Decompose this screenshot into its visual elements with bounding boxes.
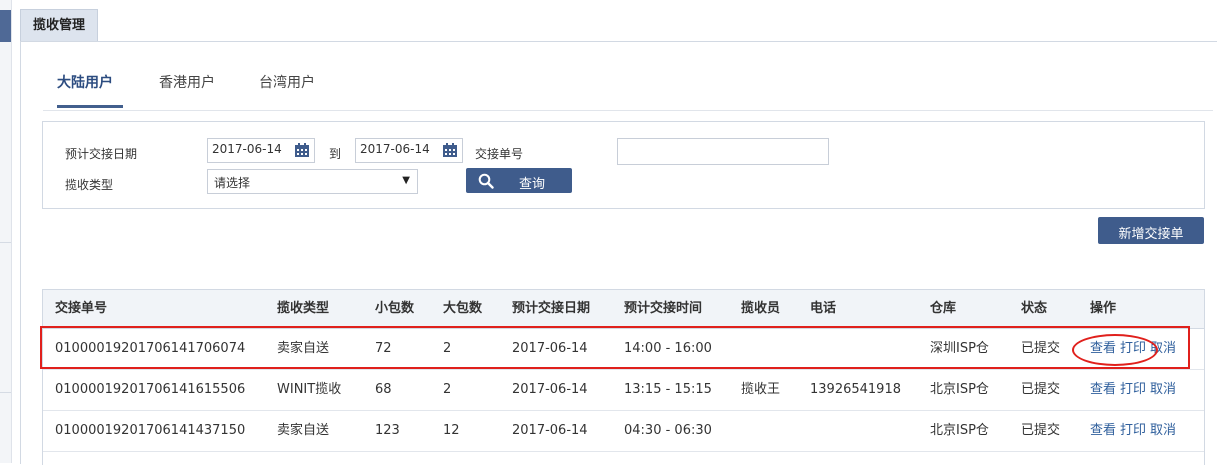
active-tab-underline [57,105,123,108]
col-type: 揽收类型 [277,301,330,316]
calendar-icon[interactable] [442,142,458,158]
order-no-cell: 01000019201706141615506 [55,382,246,397]
col-actions: 操作 [1090,301,1117,316]
type-cell: 卖家自送 [277,423,330,438]
view-link[interactable]: 查看 [1090,341,1116,356]
table-row: 01000019201706141437150 卖家自送 123 12 2017… [43,411,1204,452]
tab-taiwan-users[interactable]: 台湾用户 [259,72,315,92]
date-cell: 2017-06-14 [512,423,588,438]
time-cell: 04:30 - 06:30 [624,423,712,438]
small-cell: 72 [375,341,392,356]
date-from-value: 2017-06-14 [212,142,282,156]
view-link[interactable]: 查看 [1090,382,1116,397]
date-from-input[interactable]: 2017-06-14 [207,138,315,163]
type-cell: 卖家自送 [277,341,330,356]
filter-panel: 预计交接日期 2017-06-14 到 2017-06-14 交接单号 揽收类型… [42,121,1205,209]
table-row: 01000019201706141615506 WINIT揽收 68 2 201… [43,370,1204,411]
user-region-tabs: 大陆用户 香港用户 台湾用户 [43,42,1213,111]
type-cell: WINIT揽收 [277,382,342,397]
search-icon [478,173,494,189]
order-no-cell: 01000019201706141437150 [55,423,246,438]
time-cell: 14:00 - 16:00 [624,341,712,356]
order-no-input[interactable] [617,138,829,165]
status-cell: 已提交 [1021,382,1061,397]
table-row: 01000019201706141706074 卖家自送 72 2 2017-0… [43,329,1204,370]
handover-table: 交接单号 揽收类型 小包数 大包数 预计交接日期 预计交接时间 揽收员 电话 仓… [42,289,1205,465]
time-cell: 13:15 - 15:15 [624,382,712,397]
date-cell: 2017-06-14 [512,341,588,356]
actions-cell: 查看 打印 取消 [1090,329,1180,369]
col-date: 预计交接日期 [512,301,591,316]
col-time: 预计交接时间 [624,301,703,316]
sidebar-active-marker [0,10,11,42]
type-select-value: 请选择 [214,176,251,190]
view-link[interactable]: 查看 [1090,423,1116,438]
warehouse-cell: 北京ISP仓 [930,423,989,438]
date-to-value: 2017-06-14 [360,142,430,156]
large-cell: 2 [443,382,452,397]
query-button[interactable]: 查询 [466,168,572,193]
sidebar-divider [0,242,11,243]
type-label: 揽收类型 [65,178,114,192]
to-label: 到 [329,147,342,161]
actions-cell: 查看 打印 取消 [1090,411,1180,451]
date-to-input[interactable]: 2017-06-14 [355,138,463,163]
status-cell: 已提交 [1021,423,1061,438]
query-button-label: 查询 [519,177,546,192]
type-select[interactable]: 请选择 ▼ [207,169,418,194]
col-collector: 揽收员 [741,301,781,316]
col-warehouse: 仓库 [930,301,957,316]
left-sidebar-edge [0,0,12,463]
order-no-label: 交接单号 [475,147,524,161]
print-link[interactable]: 打印 [1120,382,1146,397]
large-cell: 12 [443,423,460,438]
date-label: 预计交接日期 [65,147,138,161]
small-cell: 123 [375,423,400,438]
new-handover-button-label: 新增交接单 [1118,227,1184,242]
actions-cell: 查看 打印 取消 [1090,370,1180,410]
cancel-link[interactable]: 取消 [1150,382,1176,397]
print-link[interactable]: 打印 [1120,341,1146,356]
collector-cell: 揽收王 [741,382,781,397]
col-small: 小包数 [375,301,415,316]
cancel-link[interactable]: 取消 [1150,341,1176,356]
calendar-icon[interactable] [294,142,310,158]
new-handover-button[interactable]: 新增交接单 [1098,217,1204,244]
cancel-link[interactable]: 取消 [1150,423,1176,438]
phone-cell: 13926541918 [810,382,901,397]
col-status: 状态 [1021,301,1048,316]
dropdown-arrow-icon: ▼ [402,175,410,186]
small-cell: 68 [375,382,392,397]
sidebar-divider [0,392,11,393]
tab-hongkong-users[interactable]: 香港用户 [159,72,215,92]
col-large: 大包数 [443,301,483,316]
main-panel: 大陆用户 香港用户 台湾用户 预计交接日期 2017-06-14 到 2017-… [20,41,1217,465]
large-cell: 2 [443,341,452,356]
warehouse-cell: 北京ISP仓 [930,382,989,397]
order-no-cell: 01000019201706141706074 [55,341,246,356]
tab-collection-management[interactable]: 揽收管理 [20,9,99,42]
col-phone: 电话 [810,301,837,316]
tab-mainland-users[interactable]: 大陆用户 [57,72,113,92]
col-order-no: 交接单号 [55,301,108,316]
date-cell: 2017-06-14 [512,382,588,397]
status-cell: 已提交 [1021,341,1061,356]
print-link[interactable]: 打印 [1120,423,1146,438]
warehouse-cell: 深圳ISP仓 [930,341,989,356]
table-header: 交接单号 揽收类型 小包数 大包数 预计交接日期 预计交接时间 揽收员 电话 仓… [43,290,1204,329]
